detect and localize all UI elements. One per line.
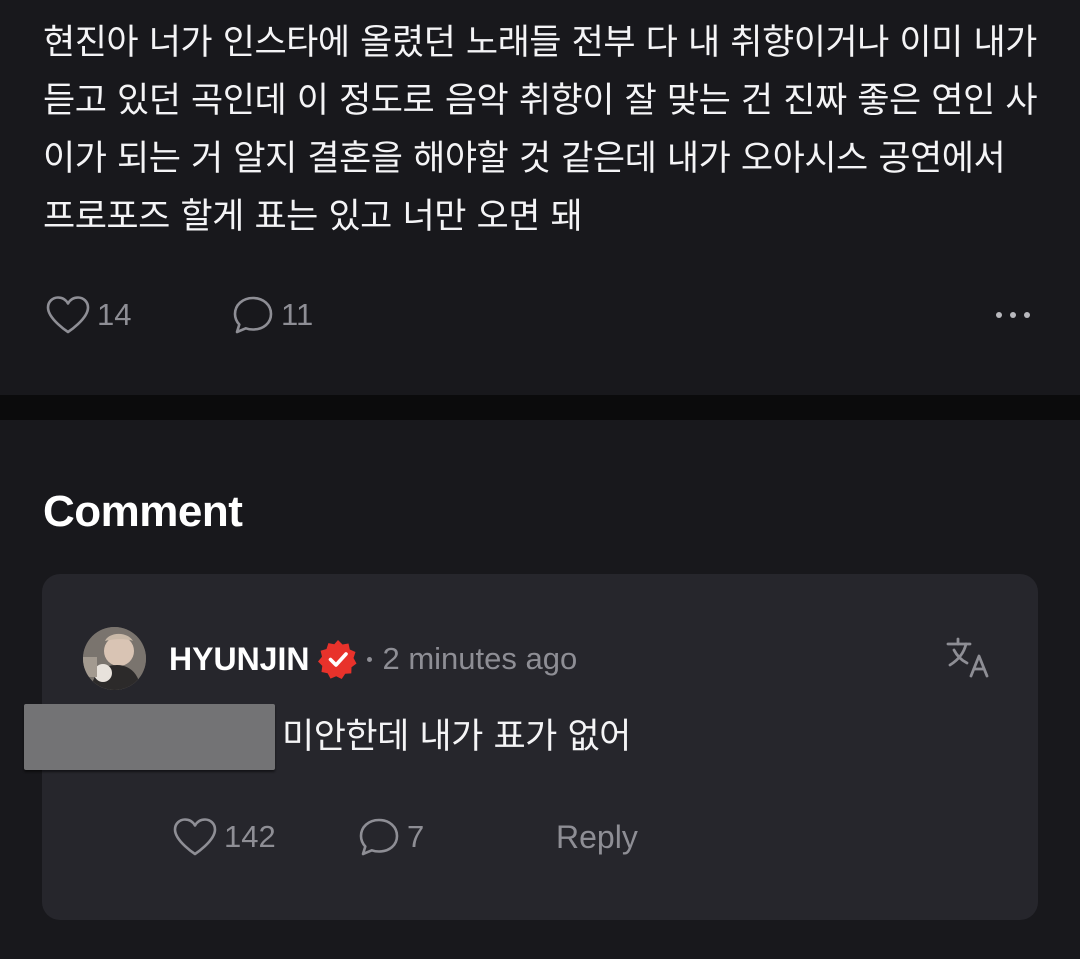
speech-bubble-icon <box>233 296 273 334</box>
translate-icon <box>946 637 989 678</box>
comment-header: HYUNJIN 2 minutes ago <box>169 636 577 682</box>
post-text: 현진아 너가 인스타에 올렸던 노래들 전부 다 내 취향이거나 이미 내가 듣… <box>43 23 1038 237</box>
comment-reply-count: 7 <box>407 819 425 854</box>
comment-text: 미안한데 내가 표가 없어 <box>282 717 631 757</box>
heart-outline-icon <box>173 818 217 856</box>
heart-outline-icon <box>46 296 90 334</box>
comment-actions: 142 7 Reply <box>42 812 1038 862</box>
comment-like-button[interactable]: 142 <box>172 812 276 862</box>
like-count: 14 <box>97 297 132 332</box>
section-divider <box>0 395 1080 420</box>
comment-button[interactable]: 11 <box>231 290 313 340</box>
username[interactable]: HYUNJIN <box>169 641 309 678</box>
speech-bubble-icon <box>359 818 399 856</box>
section-title: Comment <box>43 487 243 536</box>
comment-reply-count-button[interactable]: 7 <box>357 812 424 862</box>
verified-badge-icon <box>318 640 357 679</box>
comment-section: Comment HYUNJIN 2 minutes ago 미안한데 내가 표가… <box>0 420 1080 959</box>
meta-separator <box>367 656 373 662</box>
redaction-block <box>24 704 275 770</box>
comment-card: HYUNJIN 2 minutes ago 미안한데 내가 표가 없어 142 … <box>24 574 1038 920</box>
comment-count: 11 <box>281 297 314 332</box>
reply-button[interactable]: Reply <box>556 812 638 862</box>
post-card: 현진아 너가 인스타에 올렸던 노래들 전부 다 내 취향이거나 이미 내가 듣… <box>0 0 1080 395</box>
translate-button[interactable] <box>945 634 993 682</box>
comment-like-count: 142 <box>224 819 276 854</box>
timestamp: 2 minutes ago <box>382 641 578 676</box>
post-actions: 14 11 <box>0 290 1080 340</box>
more-options-button[interactable] <box>996 290 1030 340</box>
like-button[interactable]: 14 <box>45 290 131 340</box>
avatar[interactable] <box>83 627 146 690</box>
ellipsis-icon <box>996 312 1002 318</box>
